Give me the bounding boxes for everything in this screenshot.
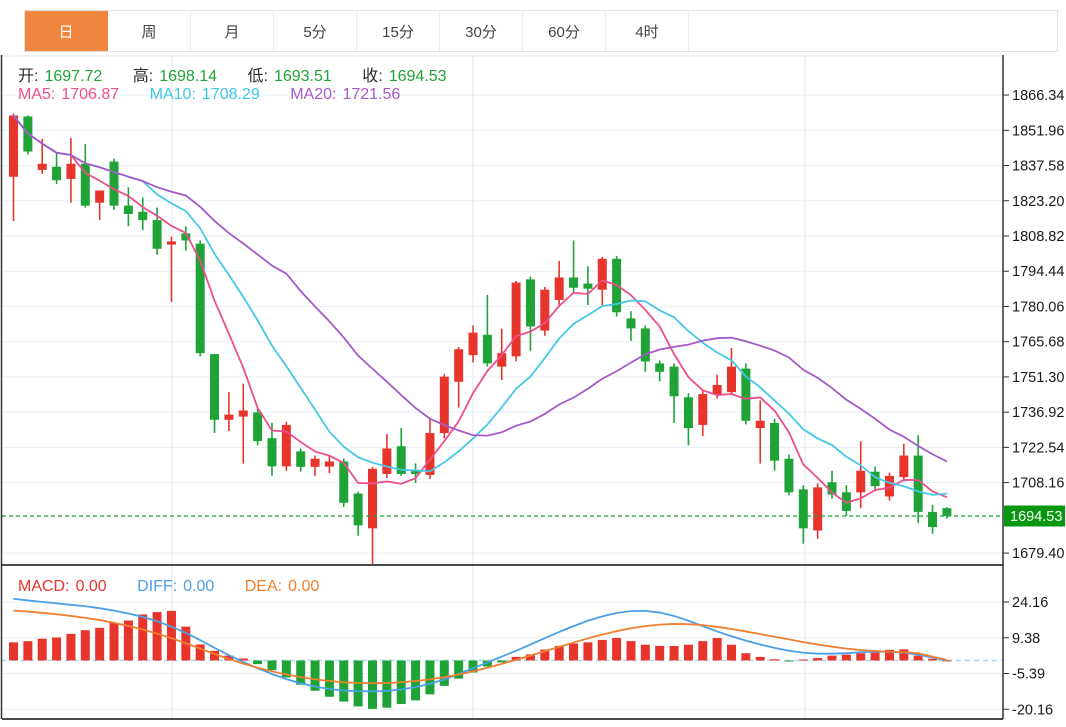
svg-text:1736.92: 1736.92 bbox=[1012, 405, 1064, 421]
ma20-label: MA20: bbox=[290, 86, 337, 103]
close-label: 收: bbox=[362, 68, 383, 85]
tab-4hour[interactable]: 4时 bbox=[606, 11, 689, 51]
tab-day[interactable]: 日 bbox=[25, 11, 108, 51]
svg-text:1722.54: 1722.54 bbox=[1012, 440, 1064, 456]
tab-15min[interactable]: 15分 bbox=[357, 11, 440, 51]
open-value: 1697.72 bbox=[44, 68, 103, 85]
diff-label: DIFF: bbox=[137, 578, 178, 595]
ma-legend: MA5: 1706.87 MA10: 1708.29 MA20: 1721.56 bbox=[18, 86, 406, 104]
macd-value: 0.00 bbox=[75, 578, 107, 595]
svg-text:-20.16: -20.16 bbox=[1012, 702, 1053, 718]
svg-text:1808.82: 1808.82 bbox=[1012, 229, 1064, 245]
close-value: 1694.53 bbox=[388, 68, 447, 85]
ma10-label: MA10: bbox=[149, 86, 196, 103]
svg-text:1679.40: 1679.40 bbox=[1012, 546, 1064, 562]
svg-text:1851.96: 1851.96 bbox=[1012, 123, 1064, 139]
ma10-value: 1708.29 bbox=[201, 86, 260, 103]
svg-text:1837.58: 1837.58 bbox=[1012, 159, 1064, 175]
svg-text:-5.39: -5.39 bbox=[1012, 667, 1045, 683]
svg-text:1823.20: 1823.20 bbox=[1012, 194, 1064, 210]
open-label: 开: bbox=[18, 68, 39, 85]
macd-axis: 24.16 9.38 -5.39 -20.16 bbox=[1003, 595, 1053, 718]
svg-text:1751.30: 1751.30 bbox=[1012, 370, 1064, 386]
ohlc-legend: 开: 1697.72 高: 1698.14 低: 1693.51 收: 1694.53 bbox=[18, 62, 453, 86]
candlestick-chart[interactable]: 1866.34 1851.96 1837.58 1823.20 1808.82 1794.… bbox=[0, 55, 1066, 727]
ma5-label: MA5: bbox=[18, 86, 56, 103]
svg-text:9.38: 9.38 bbox=[1012, 631, 1040, 647]
candles-layer bbox=[9, 113, 952, 564]
ma5-line bbox=[12, 114, 948, 504]
dea-value: 0.00 bbox=[288, 578, 320, 595]
tab-month[interactable]: 月 bbox=[191, 11, 274, 51]
svg-text:1866.34: 1866.34 bbox=[1012, 88, 1064, 104]
high-value: 1698.14 bbox=[159, 68, 218, 85]
tab-5min[interactable]: 5分 bbox=[274, 11, 357, 51]
macd-label: MACD: bbox=[18, 578, 70, 595]
svg-text:24.16: 24.16 bbox=[1012, 595, 1048, 611]
tab-week[interactable]: 周 bbox=[108, 11, 191, 51]
current-price-tag: 1694.53 bbox=[1004, 505, 1065, 527]
ma20-line bbox=[12, 114, 948, 463]
low-value: 1693.51 bbox=[273, 68, 332, 85]
svg-text:1765.68: 1765.68 bbox=[1012, 335, 1064, 351]
dea-label: DEA: bbox=[244, 578, 283, 595]
svg-text:1694.53: 1694.53 bbox=[1010, 509, 1062, 525]
price-axis: 1866.34 1851.96 1837.58 1823.20 1808.82 1794.… bbox=[1003, 88, 1064, 562]
macd-legend: MACD: 0.00 DIFF: 0.00 DEA: 0.00 bbox=[18, 578, 325, 596]
svg-text:1708.16: 1708.16 bbox=[1012, 476, 1064, 492]
low-label: 低: bbox=[247, 68, 268, 85]
high-label: 高: bbox=[132, 68, 154, 85]
svg-text:1780.06: 1780.06 bbox=[1012, 299, 1064, 315]
tab-30min[interactable]: 30分 bbox=[440, 11, 523, 51]
timeframe-tabbar: 日 周 月 5分 15分 30分 60分 4时 bbox=[24, 10, 1058, 52]
svg-text:1794.44: 1794.44 bbox=[1012, 264, 1064, 280]
diff-value: 0.00 bbox=[183, 578, 215, 595]
ma5-value: 1706.87 bbox=[61, 86, 120, 103]
tab-60min[interactable]: 60分 bbox=[523, 11, 606, 51]
ma10-line bbox=[12, 114, 947, 496]
ma20-value: 1721.56 bbox=[342, 86, 401, 103]
